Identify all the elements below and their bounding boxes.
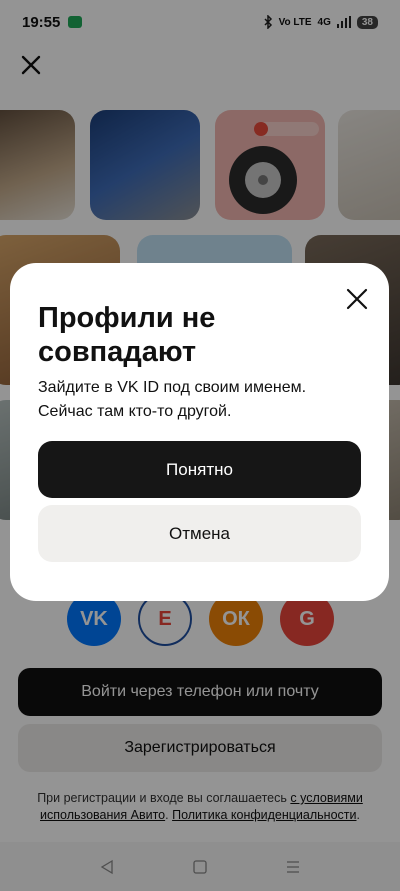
dialog-cancel-label: Отмена: [169, 523, 230, 543]
dialog-ok-button[interactable]: Понятно: [38, 441, 361, 498]
dialog-ok-label: Понятно: [166, 459, 233, 479]
dialog-subtitle: Зайдите в VK ID под своим именем. Сейчас…: [38, 379, 307, 420]
dialog-close-icon[interactable]: [345, 287, 369, 311]
dialog-cancel-button[interactable]: Отмена: [38, 505, 361, 562]
profile-mismatch-dialog: Профили не совпадают Зайдите в VK ID под…: [10, 263, 389, 601]
dialog-title: Профили не совпадают: [38, 302, 216, 368]
